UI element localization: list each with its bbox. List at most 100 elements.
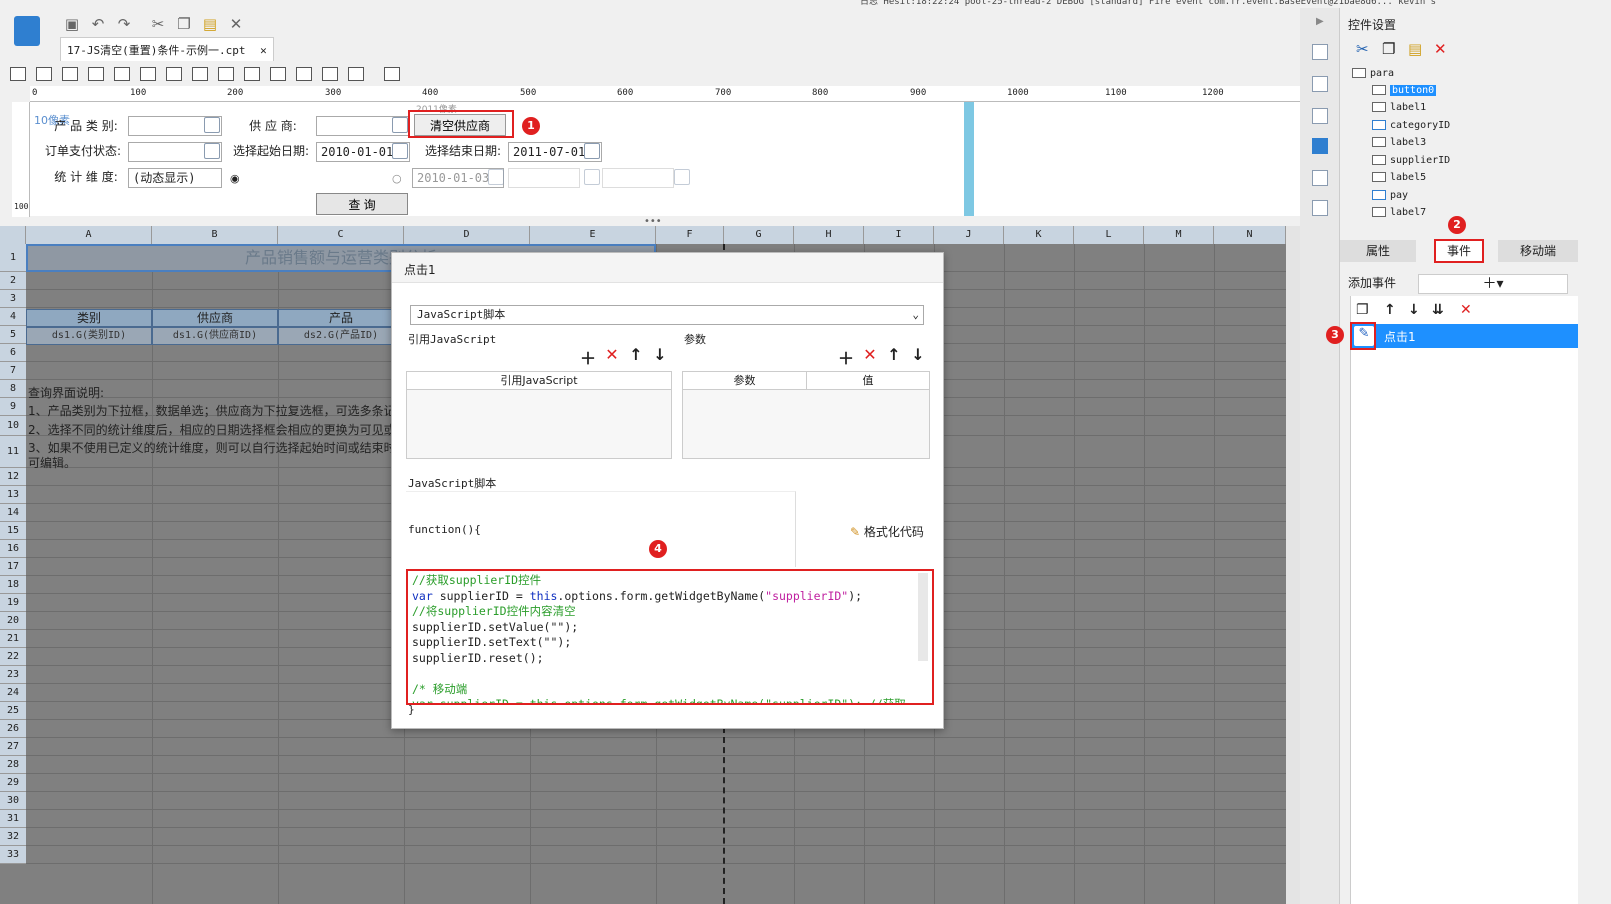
- code-scrollbar[interactable]: [918, 573, 928, 661]
- row-header[interactable]: 8: [0, 380, 26, 398]
- format-code-button[interactable]: ✎ 格式化代码: [850, 523, 924, 540]
- tree-node-label7[interactable]: label7: [1372, 205, 1426, 221]
- col-header-b[interactable]: B: [152, 226, 278, 244]
- col-header-n[interactable]: N: [1214, 226, 1286, 244]
- combo-dropdown-icon[interactable]: [392, 117, 408, 133]
- calendar-icon[interactable]: [488, 169, 504, 185]
- add-icon[interactable]: ＋: [578, 345, 598, 369]
- row-header[interactable]: 7: [0, 362, 26, 380]
- query-button[interactable]: 查 询: [316, 193, 408, 215]
- header-cell-supplier[interactable]: 供应商: [152, 309, 278, 327]
- row-header[interactable]: 25: [0, 702, 26, 720]
- row-header[interactable]: 23: [0, 666, 26, 684]
- row-header[interactable]: 6: [0, 344, 26, 362]
- close-tab-icon[interactable]: ✕: [260, 44, 267, 57]
- row-header[interactable]: 1: [0, 244, 26, 272]
- row-header[interactable]: 2: [0, 272, 26, 290]
- row-header[interactable]: 29: [0, 774, 26, 792]
- tab-properties[interactable]: 属性: [1340, 240, 1416, 262]
- ref-js-column[interactable]: 引用JavaScript: [407, 372, 671, 390]
- delete-icon[interactable]: ✕: [602, 345, 622, 364]
- row-header[interactable]: 21: [0, 630, 26, 648]
- row-header[interactable]: 24: [0, 684, 26, 702]
- col-header-e[interactable]: E: [530, 226, 656, 244]
- row-header[interactable]: 27: [0, 738, 26, 756]
- tree-node-pay[interactable]: pay: [1372, 188, 1408, 204]
- delete-icon[interactable]: ✕: [1460, 302, 1472, 318]
- copy-icon[interactable]: ❐: [1356, 302, 1369, 318]
- arrow-down-icon[interactable]: ↓: [650, 345, 670, 364]
- row-header[interactable]: 17: [0, 558, 26, 576]
- row-header[interactable]: 33: [0, 846, 26, 864]
- row-header[interactable]: 4: [0, 308, 26, 326]
- paste-icon[interactable]: ▤: [200, 14, 220, 34]
- tree-node-categoryID[interactable]: categoryID: [1372, 118, 1450, 134]
- row-header[interactable]: 16: [0, 540, 26, 558]
- widget-label-icon[interactable]: [36, 67, 52, 81]
- list-icon[interactable]: [1312, 170, 1328, 186]
- widget-upload-icon[interactable]: [348, 67, 364, 81]
- ds-cell-product[interactable]: ds2.G(产品ID): [278, 327, 404, 345]
- event-type-select[interactable]: JavaScript脚本 ⌄: [410, 305, 924, 325]
- calendar-icon[interactable]: [584, 169, 600, 185]
- row-header[interactable]: 5: [0, 326, 26, 344]
- widget-more-icon[interactable]: [384, 67, 400, 81]
- col-header-d[interactable]: D: [404, 226, 530, 244]
- cut-icon[interactable]: ✂: [148, 14, 168, 34]
- row-header[interactable]: 9: [0, 398, 26, 416]
- col-header-h[interactable]: H: [794, 226, 864, 244]
- arrow-up-icon[interactable]: ↑: [626, 345, 646, 364]
- widget-pwd-icon[interactable]: [296, 67, 312, 81]
- col-header-m[interactable]: M: [1144, 226, 1214, 244]
- row-header[interactable]: 14: [0, 504, 26, 522]
- param-column[interactable]: 参数: [683, 372, 807, 390]
- chevron-down-icon[interactable]: ⌄: [912, 306, 919, 324]
- widget-checkbox-icon[interactable]: [244, 67, 260, 81]
- widget-text-icon[interactable]: [270, 67, 286, 81]
- collapse-icon[interactable]: ▶: [1316, 16, 1324, 27]
- radio-icon[interactable]: ○: [392, 172, 402, 185]
- arrow-down-icon[interactable]: ↓: [908, 345, 928, 364]
- header-cell-category[interactable]: 类别: [26, 309, 152, 327]
- tree-node-label5[interactable]: label5: [1372, 170, 1426, 186]
- app-logo-icon[interactable]: [14, 16, 40, 46]
- copy-icon[interactable]: ❐: [174, 14, 194, 34]
- form-boundary-bar[interactable]: [964, 102, 974, 216]
- widget-settings-icon[interactable]: [1312, 138, 1328, 154]
- calendar-icon[interactable]: [392, 143, 408, 159]
- widget-button-icon[interactable]: [10, 67, 26, 81]
- row-header[interactable]: 18: [0, 576, 26, 594]
- tree-node-para[interactable]: para: [1352, 66, 1394, 82]
- col-header-j[interactable]: J: [934, 226, 1004, 244]
- col-header-i[interactable]: I: [864, 226, 934, 244]
- arrow-up-icon[interactable]: ↑: [1384, 302, 1396, 318]
- tab-document[interactable]: 17-JS清空(重置)条件-示例一.cpt ✕: [60, 37, 274, 61]
- row-header[interactable]: 28: [0, 756, 26, 774]
- widget-tree-icon[interactable]: [322, 67, 338, 81]
- date-field-empty[interactable]: [508, 168, 580, 188]
- row-header[interactable]: 12: [0, 468, 26, 486]
- col-header-g[interactable]: G: [724, 226, 794, 244]
- arrow-up-icon[interactable]: ↑: [884, 345, 904, 364]
- combo-dropdown-icon[interactable]: [204, 143, 220, 159]
- row-header[interactable]: 26: [0, 720, 26, 738]
- col-header-l[interactable]: L: [1074, 226, 1144, 244]
- calendar-icon[interactable]: [674, 169, 690, 185]
- delete-icon[interactable]: ✕: [860, 345, 880, 364]
- header-cell-product[interactable]: 产品: [278, 309, 404, 327]
- undo-icon[interactable]: ↶: [88, 14, 108, 34]
- tree-node-label1[interactable]: label1: [1372, 100, 1426, 116]
- widget-combo-icon[interactable]: [88, 67, 104, 81]
- row-header[interactable]: 22: [0, 648, 26, 666]
- redo-icon[interactable]: ↷: [114, 14, 134, 34]
- vertical-scrollbar[interactable]: [1286, 226, 1300, 904]
- widget-radio-icon[interactable]: [218, 67, 234, 81]
- col-header-f[interactable]: F: [656, 226, 724, 244]
- js-code-editor[interactable]: //获取supplierID控件 var supplierID = this.o…: [406, 569, 934, 705]
- delete-icon[interactable]: ✕: [1434, 40, 1447, 58]
- widget-calendar-icon[interactable]: [140, 67, 156, 81]
- row-header[interactable]: 15: [0, 522, 26, 540]
- dimension-field[interactable]: (动态显示): [128, 168, 222, 188]
- tree-node-supplierID[interactable]: supplierID: [1372, 153, 1450, 169]
- col-header-k[interactable]: K: [1004, 226, 1074, 244]
